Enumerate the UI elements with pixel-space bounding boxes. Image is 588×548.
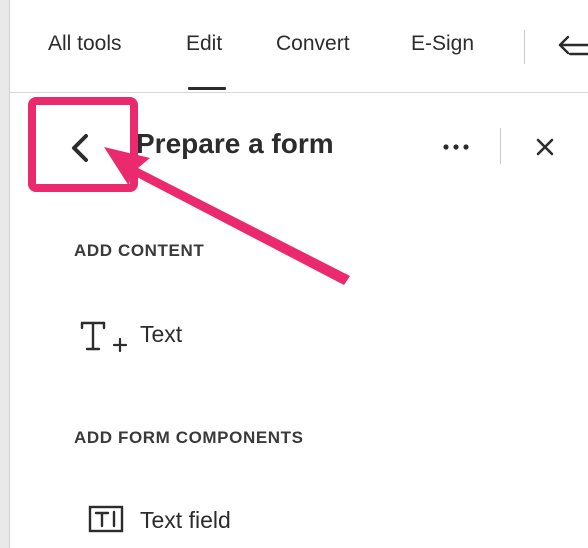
header-divider: [500, 128, 501, 164]
left-rail: [0, 0, 10, 548]
panel-title: Prepare a form: [136, 128, 334, 159]
tool-label-text-field: Text field: [140, 507, 231, 533]
text-field-icon: [88, 505, 124, 533]
section-heading-add-form-components: ADD FORM COMPONENTS: [74, 428, 304, 447]
more-options-button[interactable]: [438, 130, 478, 164]
tab-all-tools[interactable]: All tools: [48, 32, 122, 56]
close-icon: [536, 138, 554, 156]
nav-divider: [524, 30, 525, 64]
close-button[interactable]: [528, 130, 562, 164]
tab-e-sign[interactable]: E-Sign: [411, 32, 474, 56]
tab-edit[interactable]: Edit: [186, 32, 222, 56]
active-tab-indicator: [188, 87, 226, 90]
tab-convert[interactable]: Convert: [276, 32, 350, 56]
back-button[interactable]: [60, 128, 104, 168]
section-heading-add-content: ADD CONTENT: [74, 241, 205, 260]
tool-label-text: Text: [140, 321, 183, 347]
tool-item-text[interactable]: [64, 308, 364, 360]
more-horizontal-icon: [443, 144, 469, 150]
chevron-left-icon: [72, 134, 88, 162]
undo-icon[interactable]: [558, 32, 588, 62]
add-text-icon: [80, 321, 128, 353]
